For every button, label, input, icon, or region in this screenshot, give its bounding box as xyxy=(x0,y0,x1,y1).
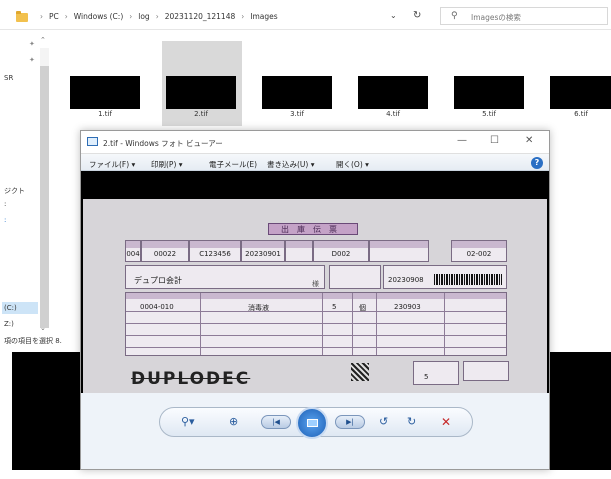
nav-item-sr[interactable]: SR xyxy=(4,74,13,82)
address-bar: › PC › Windows (C:) › log › 20231120_121… xyxy=(0,0,611,30)
title-bar[interactable]: 2.tif - Windows フォト ビューアー — ☐ ✕ xyxy=(81,131,549,153)
menu-email[interactable]: 電子メール(E) xyxy=(209,159,257,170)
item-qty: 5 xyxy=(332,303,337,311)
slip-header-row: 004 00022 C123456 20230901 D002 02-002 xyxy=(125,240,507,262)
nav-item-z-drive[interactable]: Z:) xyxy=(4,320,14,328)
minimize-button[interactable]: — xyxy=(457,135,467,146)
date-box xyxy=(329,265,381,289)
viewer-toolbar: ⚲▾ ⊕ |◀ ▶| ↺ ↻ ✕ xyxy=(81,393,549,469)
slip-title: 出庫伝票 xyxy=(268,223,358,235)
qr-code-icon xyxy=(351,363,369,381)
file-thumbnail[interactable] xyxy=(358,76,428,109)
file-thumbnail[interactable] xyxy=(550,76,611,109)
menu-print[interactable]: 印刷(P) ▾ xyxy=(151,159,183,170)
scroll-up-icon[interactable]: ⌃ xyxy=(40,36,46,44)
rotate-clockwise-icon[interactable]: ↻ xyxy=(407,415,416,428)
file-name[interactable]: 5.tif xyxy=(454,110,524,118)
file-name[interactable]: 3.tif xyxy=(262,110,332,118)
breadcrumb-log[interactable]: log xyxy=(138,12,149,21)
slip-document: 出庫伝票 004 00022 C123456 20230901 D002 02-… xyxy=(83,199,547,411)
file-thumbnail[interactable] xyxy=(70,76,140,109)
pin-icon[interactable]: ✦ xyxy=(29,56,35,64)
item-name: 消毒液 xyxy=(248,304,269,312)
search-placeholder: Imagesの検索 xyxy=(471,13,521,22)
slideshow-button[interactable] xyxy=(296,407,328,439)
previous-button[interactable]: |◀ xyxy=(261,415,291,429)
search-icon: ⚲ xyxy=(451,11,458,21)
nav-item-object[interactable]: ジクト xyxy=(4,186,25,196)
window-title: 2.tif - Windows フォト ビューアー xyxy=(103,139,223,148)
rotate-counterclockwise-icon[interactable]: ↺ xyxy=(379,415,388,428)
maximize-button[interactable]: ☐ xyxy=(490,135,499,146)
item-ref: 230903 xyxy=(394,303,421,311)
slip-date: 20230908 xyxy=(388,276,424,284)
total-box: 5 xyxy=(413,361,459,385)
barcode-icon xyxy=(434,274,502,285)
menu-burn[interactable]: 書き込み(U) ▾ xyxy=(267,159,315,170)
file-name[interactable]: 2.tif xyxy=(166,110,236,118)
photo-viewer-window[interactable]: 2.tif - Windows フォト ビューアー — ☐ ✕ ファイル(F) … xyxy=(80,130,550,470)
breadcrumb-images[interactable]: Images xyxy=(250,12,277,21)
nav-item-c-drive[interactable]: (C:) xyxy=(4,304,17,312)
refresh-icon[interactable]: ↻ xyxy=(413,10,421,21)
file-name[interactable]: 1.tif xyxy=(70,110,140,118)
customer-name: デュプロ会計 xyxy=(134,276,182,285)
pin-icon[interactable]: ✦ xyxy=(29,40,35,48)
line-items-table: 0004-010 消毒液 5 個 230903 xyxy=(125,292,507,356)
folder-icon xyxy=(16,11,28,22)
slideshow-icon xyxy=(307,419,318,427)
help-icon[interactable]: ? xyxy=(531,157,543,169)
file-thumbnail[interactable] xyxy=(454,76,524,109)
next-button[interactable]: ▶| xyxy=(335,415,365,429)
breadcrumb[interactable]: › PC › Windows (C:) › log › 20231120_121… xyxy=(34,12,278,21)
chevron-down-icon[interactable]: ⌄ xyxy=(390,11,397,20)
status-bar-text: 項の項目を選択 8. xyxy=(4,337,62,345)
customer-box: デュプロ会計 様 xyxy=(125,265,325,289)
file-name[interactable]: 6.tif xyxy=(546,110,611,118)
stamp-box xyxy=(463,361,509,381)
duplodec-logo: DUPLODEC xyxy=(131,369,251,389)
barcode-box: 20230908 xyxy=(383,265,507,289)
menu-open[interactable]: 開く(O) ▾ xyxy=(336,159,369,170)
delete-icon[interactable]: ✕ xyxy=(441,415,451,429)
total-qty: 5 xyxy=(424,373,429,381)
item-unit: 個 xyxy=(359,304,366,312)
breadcrumb-c-drive[interactable]: Windows (C:) xyxy=(74,12,123,21)
actual-size-icon[interactable]: ⊕ xyxy=(229,415,238,428)
close-button[interactable]: ✕ xyxy=(525,135,533,146)
menu-file[interactable]: ファイル(F) ▾ xyxy=(89,159,135,170)
breadcrumb-pc[interactable]: PC xyxy=(49,12,59,21)
file-thumbnail[interactable] xyxy=(166,76,236,109)
image-canvas[interactable]: 出庫伝票 004 00022 C123456 20230901 D002 02-… xyxy=(81,171,549,421)
breadcrumb-date-folder[interactable]: 20231120_121148 xyxy=(165,12,236,21)
item-code: 0004-010 xyxy=(140,303,174,311)
file-thumbnail[interactable] xyxy=(262,76,332,109)
photo-viewer-icon xyxy=(87,137,98,146)
zoom-icon[interactable]: ⚲▾ xyxy=(181,415,195,428)
document-image: 出庫伝票 004 00022 C123456 20230901 D002 02-… xyxy=(83,199,547,411)
search-box[interactable]: ⚲ Imagesの検索 xyxy=(440,7,608,25)
menu-bar: ファイル(F) ▾ 印刷(P) ▾ 電子メール(E) 書き込み(U) ▾ 開く(… xyxy=(81,153,549,171)
navigation-pane[interactable]: ✦ ✦ SR ジクト : : (C:) Z:) ⌃ ⌄ xyxy=(0,30,56,350)
file-name[interactable]: 4.tif xyxy=(358,110,428,118)
scroll-down-icon[interactable]: ⌄ xyxy=(40,324,46,332)
scrollbar-thumb[interactable] xyxy=(40,66,49,328)
